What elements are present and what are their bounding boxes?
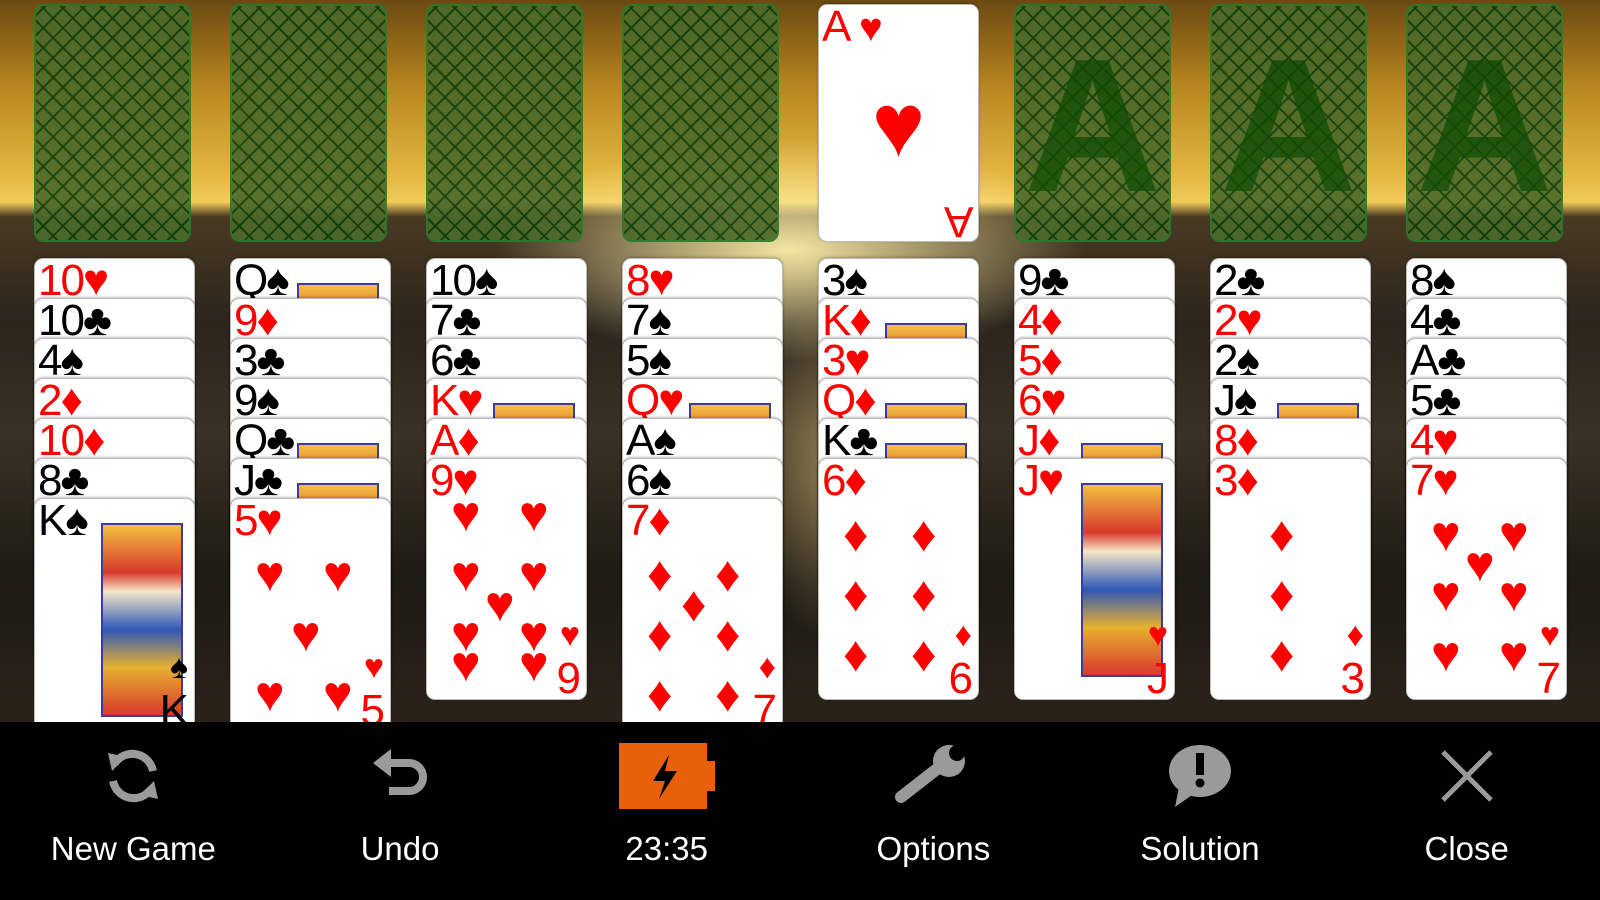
suit-pip-icon: ♥ <box>1499 506 1529 562</box>
foundation-card[interactable]: A ♥ ♥ A <box>818 4 979 242</box>
close-icon[interactable] <box>1437 730 1497 822</box>
free-cell[interactable] <box>34 4 191 242</box>
suit-pip-icon: ♦ <box>1269 626 1295 682</box>
card-corner-label: 3♦ <box>1214 458 1259 505</box>
suit-pip-icon: ♦ <box>843 566 869 622</box>
suit-pip-icon: ♥ <box>255 546 285 602</box>
suit-pip-icon: ♥ <box>1431 506 1461 562</box>
card-corner-label: 7♥ <box>1410 458 1459 505</box>
game-table: A ♥ ♥ A A A A 10♥ 10♣ 4♠ 2♦ 10♦ 8♣ K♠ ♠ K Q♠ 9♦ 3♣ 9♠ Q♣ J♣ 5♥… <box>0 0 1600 732</box>
suit-pip-icon: ♦ <box>715 606 741 662</box>
foundation-slot[interactable]: A <box>1406 4 1563 242</box>
suit-pip-icon: ♦ <box>681 576 707 632</box>
free-cell[interactable] <box>426 4 583 242</box>
card-corner-label: A <box>943 197 973 242</box>
suit-pip-icon: ♥ <box>1499 626 1529 682</box>
suit-pip-icon: ♥ <box>519 636 549 692</box>
undo-button[interactable]: Undo <box>267 722 534 900</box>
card-corner-label: 3 <box>1340 654 1365 700</box>
suit-pip-icon: ♦ <box>1269 506 1295 562</box>
foundation-slot[interactable]: A <box>1014 4 1171 242</box>
suit-pip-icon: ♥ <box>451 636 481 692</box>
suit-pip-icon: ♥ <box>451 486 481 542</box>
tableau-card[interactable]: 7♥ ♥ ♥ ♥ ♥ ♥ ♥ ♥ ♥ 7 <box>1406 458 1567 700</box>
foundation-placeholder: A <box>1219 20 1358 232</box>
tableau-card[interactable]: 7♦ ♦ ♦ ♦ ♦ ♦ ♦ ♦ ♦ 7 <box>622 498 783 732</box>
exclamation-bubble-icon[interactable] <box>1165 730 1235 822</box>
tableau-card[interactable]: 6♦ ♦ ♦ ♦ ♦ ♦ ♦ ♦ 6 <box>818 458 979 700</box>
foundation-slot[interactable]: A <box>1210 4 1367 242</box>
suit-pip-icon: ♦ <box>843 626 869 682</box>
tableau-card[interactable]: 3♦ ♦ ♦ ♦ ♦ 3 <box>1210 458 1371 700</box>
suit-pip-icon: ♥ <box>451 546 481 602</box>
refresh-icon[interactable] <box>98 730 168 822</box>
suit-pip-icon: ♦ <box>843 506 869 562</box>
options-button[interactable]: Options <box>800 722 1067 900</box>
suit-pip-icon: ♥ <box>559 616 580 654</box>
suit-pip-icon: ♦ <box>758 648 776 686</box>
suit-pip-icon: ♦ <box>647 606 673 662</box>
toolbar: New Game Undo 23:35 Options Solution Close <box>0 722 1600 900</box>
card-corner-label: 5♥ <box>234 498 283 545</box>
battery-charging-icon <box>617 730 717 822</box>
suit-pip-icon: ♥ <box>323 666 353 722</box>
card-corner-label: 7♦ <box>626 498 671 545</box>
suit-pip-icon: ♥ <box>1499 566 1529 622</box>
suit-pip-icon: ♥ <box>255 666 285 722</box>
suit-pip-icon: ♥ <box>291 606 321 662</box>
card-corner-label: 6 <box>948 654 973 700</box>
suit-pip-icon: ♦ <box>715 666 741 722</box>
suit-pip-icon: ♥ <box>485 576 515 632</box>
heart-pip-icon: ♥ <box>871 76 926 176</box>
undo-icon[interactable] <box>365 730 435 822</box>
suit-pip-icon: ♥ <box>363 648 384 686</box>
card-corner-label: J <box>1147 654 1169 700</box>
card-corner-label: 7 <box>1536 654 1561 700</box>
card-corner-label: 6♦ <box>822 458 867 505</box>
button-label: New Game <box>50 830 216 867</box>
free-cell[interactable] <box>622 4 779 242</box>
wrench-icon[interactable] <box>893 730 973 822</box>
card-corner-label: 9 <box>556 654 581 700</box>
suit-pip-icon: ♦ <box>715 546 741 602</box>
suit-pip-icon: ♥ <box>1465 536 1495 592</box>
suit-pip-icon: ♠ <box>169 648 188 686</box>
card-corner-label: A <box>822 4 851 51</box>
foundation-placeholder: A <box>1023 20 1162 232</box>
suit-pip-icon: ♥ <box>1147 616 1168 654</box>
tableau-card[interactable]: 5♥ ♥ ♥ ♥ ♥ ♥ ♥ 5 <box>230 498 391 732</box>
card-corner-label: J♥ <box>1018 458 1064 505</box>
suit-pip-icon: ♥ <box>1539 616 1560 654</box>
new-game-button[interactable]: New Game <box>0 722 267 900</box>
suit-pip-icon: ♥ <box>519 486 549 542</box>
foundation-placeholder: A <box>1415 20 1554 232</box>
suit-pip-icon: ♥ <box>519 546 549 602</box>
suit-pip-icon: ♦ <box>1269 566 1295 622</box>
tableau-card[interactable]: K♠ ♠ K <box>34 498 195 732</box>
suit-pip-icon: ♦ <box>647 546 673 602</box>
close-button[interactable]: Close <box>1333 722 1600 900</box>
button-label: Undo <box>360 830 440 867</box>
card-corner-label: K♠ <box>38 498 89 545</box>
suit-pip-icon: ♦ <box>954 616 972 654</box>
tableau-card[interactable]: 9♥ ♥ ♥ ♥ ♥ ♥ ♥ ♥ ♥ ♥ ♥ 9 <box>426 458 587 700</box>
solution-button[interactable]: Solution <box>1067 722 1334 900</box>
tableau-card[interactable]: J♥ ♥ J <box>1014 458 1175 700</box>
button-label: Options <box>876 830 991 867</box>
suit-pip-icon: ♦ <box>647 666 673 722</box>
free-cell[interactable] <box>230 4 387 242</box>
suit-pip-icon: ♦ <box>911 626 937 682</box>
suit-pip-icon: ♦ <box>1346 616 1364 654</box>
suit-pip-icon: ♦ <box>911 566 937 622</box>
button-label: Close <box>1424 830 1509 867</box>
button-label: Solution <box>1140 830 1260 867</box>
suit-pip-icon: ♥ <box>1431 626 1461 682</box>
suit-pip-icon: ♥ <box>1431 566 1461 622</box>
clock-battery-status: 23:35 <box>533 722 800 900</box>
suit-pip-icon: ♦ <box>911 506 937 562</box>
button-label: 23:35 <box>625 830 708 867</box>
suit-pip-icon: ♥ <box>323 546 353 602</box>
card-suit: ♥ <box>859 6 883 50</box>
